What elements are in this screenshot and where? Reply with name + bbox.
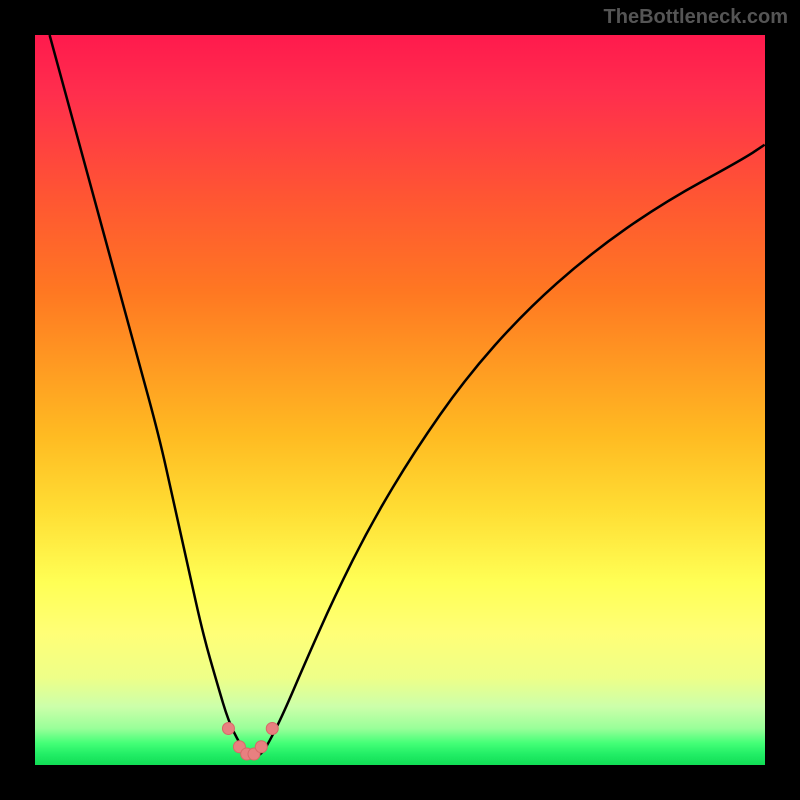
- chart-plot-area: [35, 35, 765, 765]
- marker-dot: [266, 723, 278, 735]
- chart-svg: [35, 35, 765, 765]
- watermark-text: TheBottleneck.com: [604, 6, 788, 29]
- marker-dot: [255, 741, 267, 753]
- marker-dot: [222, 723, 234, 735]
- bottleneck-curve: [50, 35, 765, 757]
